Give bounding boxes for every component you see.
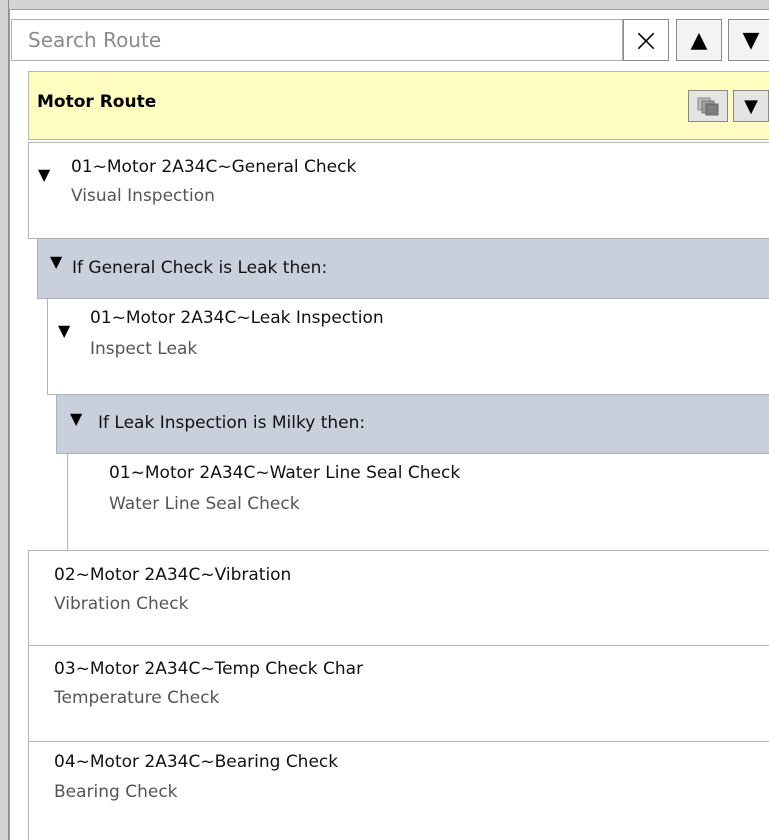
route-title: Motor Route bbox=[37, 92, 157, 112]
route-step[interactable]: 04~Motor 2A34C~Bearing Check Bearing Che… bbox=[28, 741, 769, 840]
window-frame-left bbox=[0, 0, 9, 840]
step-subtitle: Vibration Check bbox=[54, 594, 189, 614]
collapse-toggle-icon[interactable]: ▼ bbox=[38, 165, 50, 184]
step-title: 01~Motor 2A34C~Water Line Seal Check bbox=[109, 463, 461, 483]
step-title: 02~Motor 2A34C~Vibration bbox=[54, 565, 292, 585]
condition-label: If Leak Inspection is Milky then: bbox=[98, 413, 366, 433]
condition-label: If General Check is Leak then: bbox=[72, 258, 328, 278]
collapse-toggle-icon[interactable]: ▼ bbox=[58, 321, 70, 340]
route-step[interactable]: 02~Motor 2A34C~Vibration Vibration Check bbox=[28, 550, 769, 646]
window-frame-top bbox=[0, 0, 769, 9]
copy-button[interactable] bbox=[688, 90, 728, 122]
arrow-up-icon: ▲ bbox=[690, 27, 708, 53]
step-title: 03~Motor 2A34C~Temp Check Char bbox=[54, 659, 364, 679]
clear-search-button[interactable]: × bbox=[623, 19, 669, 61]
route-header: Motor Route ▼ bbox=[28, 71, 769, 140]
copy-icon bbox=[697, 97, 719, 116]
arrow-down-icon: ▼ bbox=[742, 27, 760, 53]
condition-row[interactable]: ▼ If General Check is Leak then: bbox=[37, 238, 769, 299]
step-title: 01~Motor 2A34C~Leak Inspection bbox=[90, 308, 384, 328]
collapse-toggle-icon[interactable]: ▼ bbox=[70, 409, 82, 428]
step-title: 04~Motor 2A34C~Bearing Check bbox=[54, 752, 339, 772]
route-menu-button[interactable]: ▼ bbox=[733, 90, 769, 122]
route-step[interactable]: 01~Motor 2A34C~Water Line Seal Check Wat… bbox=[67, 454, 769, 552]
collapse-toggle-icon[interactable]: ▼ bbox=[50, 252, 62, 271]
previous-match-button[interactable]: ▲ bbox=[676, 19, 722, 61]
route-step[interactable]: 03~Motor 2A34C~Temp Check Char Temperatu… bbox=[28, 645, 769, 742]
step-subtitle: Visual Inspection bbox=[71, 186, 215, 206]
chevron-down-icon: ▼ bbox=[744, 95, 758, 117]
search-input[interactable] bbox=[11, 19, 623, 61]
step-subtitle: Water Line Seal Check bbox=[109, 494, 300, 514]
step-subtitle: Temperature Check bbox=[54, 688, 220, 708]
close-icon: × bbox=[632, 21, 660, 59]
next-match-button[interactable]: ▼ bbox=[728, 19, 769, 61]
condition-row[interactable]: ▼ If Leak Inspection is Milky then: bbox=[56, 394, 769, 454]
route-step[interactable]: ▼ 01~Motor 2A34C~General Check Visual In… bbox=[28, 142, 769, 239]
step-subtitle: Bearing Check bbox=[54, 782, 178, 802]
route-step[interactable]: ▼ 01~Motor 2A34C~Leak Inspection Inspect… bbox=[47, 299, 769, 395]
step-title: 01~Motor 2A34C~General Check bbox=[71, 157, 357, 177]
step-subtitle: Inspect Leak bbox=[90, 339, 198, 359]
